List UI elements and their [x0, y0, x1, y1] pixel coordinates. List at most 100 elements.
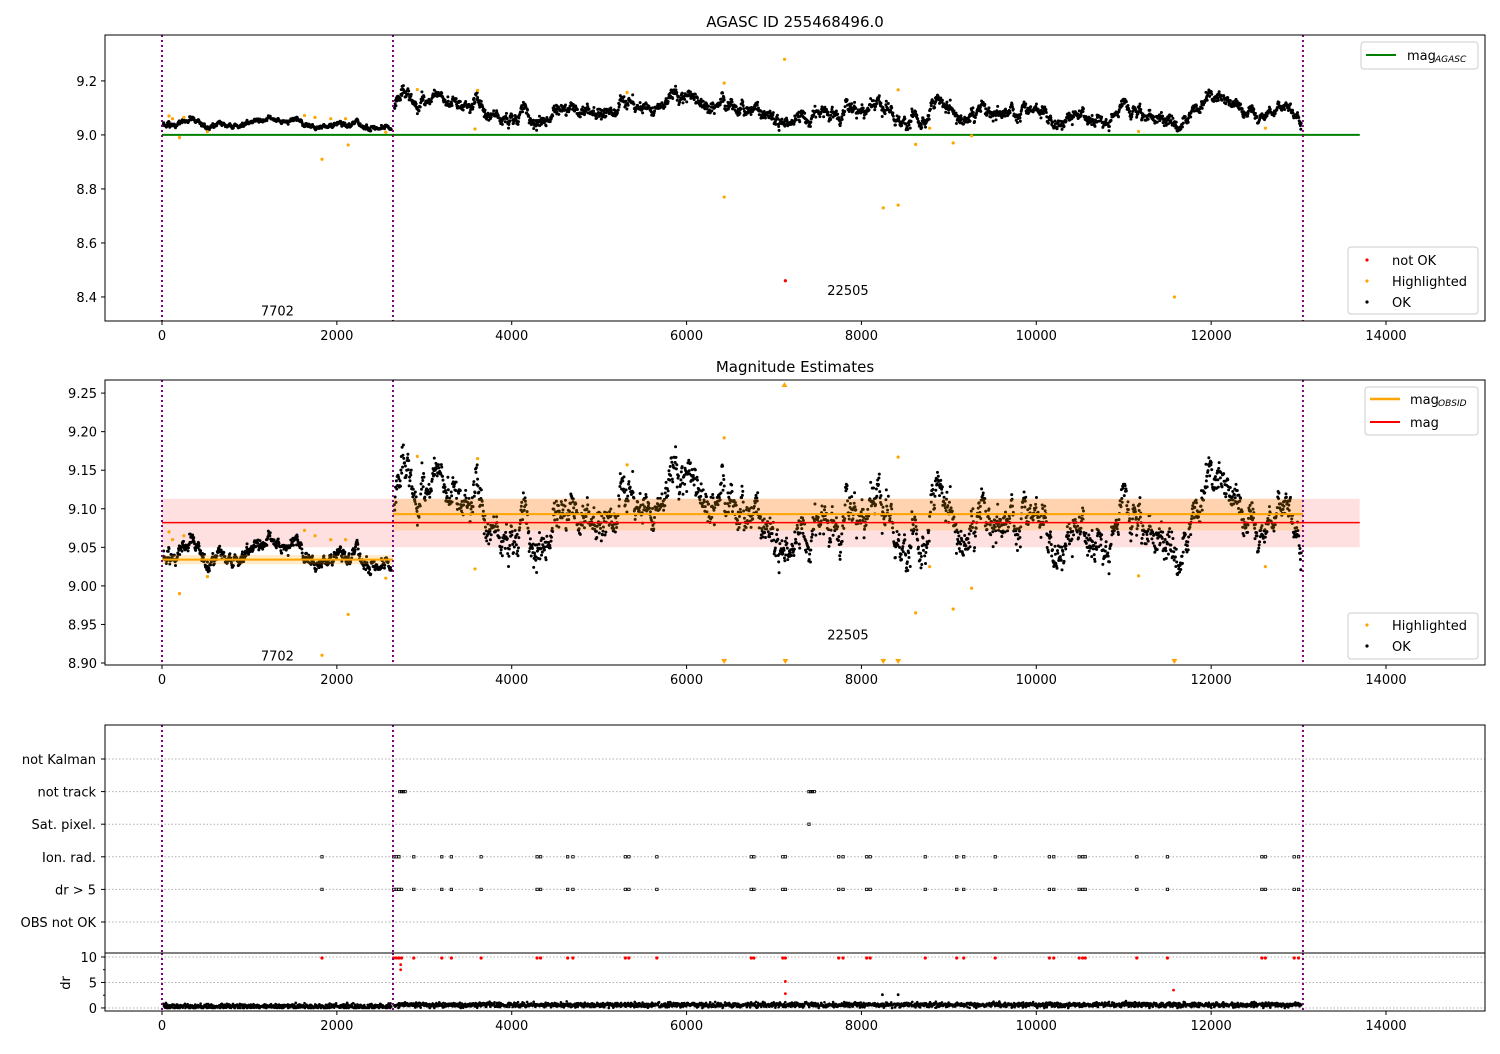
ok-point: [793, 548, 796, 551]
ok-point: [423, 496, 426, 499]
ok-point: [900, 553, 903, 556]
ok-point: [878, 473, 881, 476]
ok-point: [713, 112, 716, 115]
ok-point: [476, 463, 479, 466]
ok-point: [825, 108, 828, 111]
ok-point: [982, 492, 985, 495]
ok-point: [604, 115, 607, 118]
ok-point: [809, 125, 812, 128]
ok-point: [919, 552, 922, 555]
ok-point: [929, 108, 932, 111]
ok-point: [794, 538, 797, 541]
ok-point: [315, 568, 318, 571]
ok-point: [511, 543, 514, 546]
ok-point: [500, 546, 503, 549]
ok-point: [933, 106, 936, 109]
ok-point: [1217, 99, 1220, 102]
ok-point: [492, 109, 495, 112]
ok-point: [822, 115, 825, 118]
ok-point: [623, 95, 626, 98]
ok-point: [945, 101, 948, 104]
ok-point: [675, 91, 678, 94]
ok-point: [374, 568, 377, 571]
ok-point: [296, 535, 299, 538]
ok-point: [814, 116, 817, 119]
ok-point: [254, 545, 257, 548]
ok-point: [792, 554, 795, 557]
ok-point: [431, 478, 434, 481]
ok-point: [809, 549, 812, 552]
ok-point: [477, 485, 480, 488]
ok-point: [517, 120, 520, 123]
ok-point: [922, 536, 925, 539]
x-tick-label: 10000: [1016, 329, 1057, 344]
ok-point: [422, 472, 425, 475]
legend-label-sub: AGASC: [1434, 55, 1467, 65]
ok-point: [843, 110, 846, 113]
ok-point: [957, 531, 960, 534]
ok-point: [416, 112, 419, 115]
ok-point: [810, 536, 813, 539]
highlighted-point: [344, 117, 347, 120]
ok-point: [228, 552, 231, 555]
ok-point: [898, 555, 901, 558]
ok-point: [867, 108, 870, 111]
ok-point: [1044, 108, 1047, 111]
ok-point: [441, 479, 444, 482]
ok-point: [1131, 113, 1134, 116]
ok-point: [789, 551, 792, 554]
ok-point: [401, 466, 404, 469]
ok-point: [517, 536, 520, 539]
ok-point: [731, 490, 734, 493]
ok-point: [568, 107, 571, 110]
ok-point: [1187, 121, 1190, 124]
ok-point: [900, 558, 903, 561]
ok-point: [535, 571, 538, 574]
ok-point: [980, 487, 983, 490]
ok-point: [811, 533, 814, 536]
legend-label: Highlighted: [1392, 275, 1467, 290]
ok-point: [887, 102, 890, 105]
ok-point: [444, 485, 447, 488]
ok-point: [754, 494, 757, 497]
ok-point: [875, 102, 878, 105]
ok-point: [614, 531, 617, 534]
ok-point: [892, 531, 895, 534]
ok-point: [532, 127, 535, 130]
ok-point: [406, 456, 409, 459]
ok-point: [180, 550, 183, 553]
ok-point: [534, 559, 537, 562]
ok-point: [730, 483, 733, 486]
ok-point: [910, 120, 913, 123]
ok-point: [665, 481, 668, 484]
highlighted-point: [897, 88, 900, 91]
ok-point: [504, 531, 507, 534]
ok-point: [835, 110, 838, 113]
chart-figure: 7702225050200040006000800010000120001400…: [0, 0, 1500, 1050]
ok-point: [1168, 116, 1171, 119]
ok-point: [627, 483, 630, 486]
ok-point: [507, 123, 510, 126]
ok-point: [579, 533, 582, 536]
ok-point: [972, 111, 975, 114]
ok-point: [459, 489, 462, 492]
ok-point: [739, 108, 742, 111]
ok-point: [651, 106, 654, 109]
ok-point: [464, 100, 467, 103]
ok-point: [265, 544, 268, 547]
ok-point: [1018, 116, 1021, 119]
ok-point: [627, 104, 630, 107]
ok-point: [1210, 93, 1213, 96]
ok-point: [781, 552, 784, 555]
ok-point: [446, 495, 449, 498]
ok-point: [955, 122, 958, 125]
ok-point: [511, 114, 514, 117]
ok-point: [940, 491, 943, 494]
ok-point: [667, 469, 670, 472]
ok-point: [1128, 110, 1131, 113]
ok-point: [455, 97, 458, 100]
ok-point: [631, 470, 634, 473]
ok-point: [678, 491, 681, 494]
ok-point: [949, 99, 952, 102]
ok-point: [841, 540, 844, 543]
